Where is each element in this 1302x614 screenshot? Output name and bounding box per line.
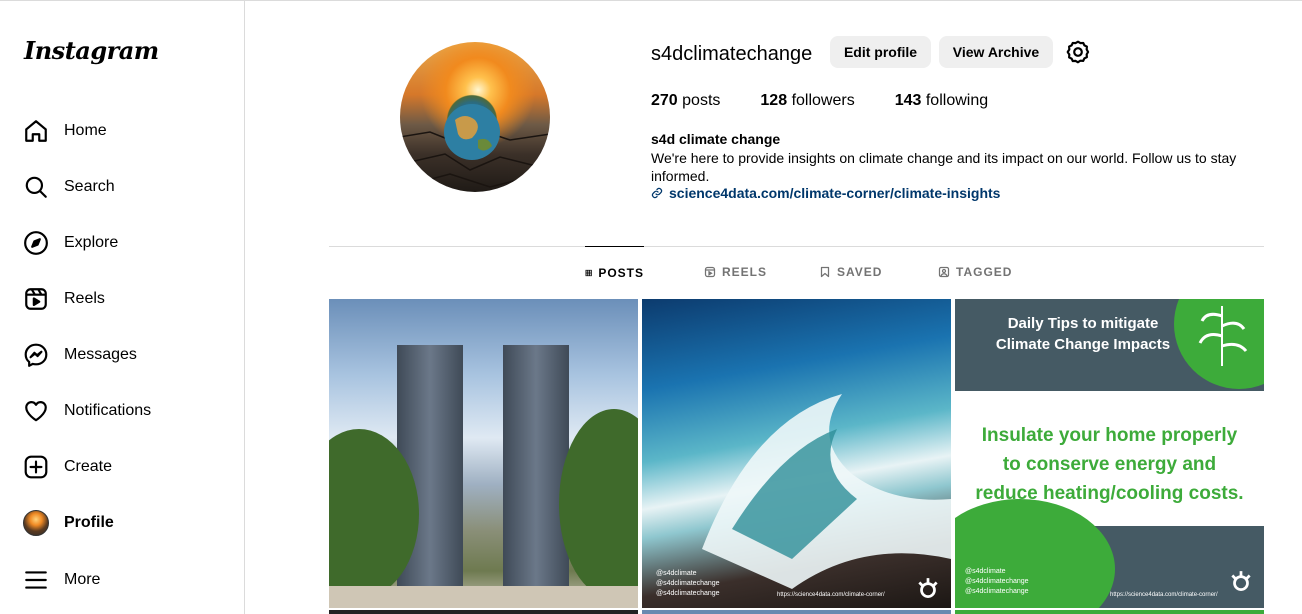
tab-tagged[interactable]: TAGGED bbox=[938, 246, 1012, 298]
posts-stat: 270 posts bbox=[651, 92, 721, 109]
bookmark-icon bbox=[820, 266, 830, 278]
instagram-handle: @s4dclimatechange bbox=[656, 580, 720, 587]
instagram-handle: @s4dclimatechange bbox=[965, 578, 1029, 585]
post-tile[interactable] bbox=[329, 610, 638, 614]
twitter-handle: @s4dclimate bbox=[656, 570, 697, 577]
tag-person-icon bbox=[938, 266, 950, 278]
search-icon bbox=[22, 173, 50, 201]
tile-tip-line: reduce heating/cooling costs. bbox=[975, 483, 1244, 504]
profile-bio: We're here to provide insights on climat… bbox=[651, 150, 1237, 184]
post-tile[interactable] bbox=[329, 299, 638, 608]
sidebar-item-notifications[interactable]: Notifications bbox=[22, 395, 151, 427]
sidebar-item-profile[interactable]: Profile bbox=[22, 507, 114, 539]
tile-tip-line: Insulate your home properly bbox=[981, 425, 1238, 446]
sidebar-item-label: More bbox=[64, 571, 101, 588]
reels-icon bbox=[704, 266, 716, 278]
reels-icon bbox=[22, 285, 50, 313]
sidebar-item-label: Reels bbox=[64, 290, 105, 307]
view-archive-button[interactable]: View Archive bbox=[939, 36, 1053, 68]
heart-icon bbox=[22, 397, 50, 425]
tile-tip-line: to conserve energy and bbox=[1002, 454, 1217, 475]
s4d-logo-icon bbox=[1228, 569, 1254, 595]
tiktok-handle: @s4dclimatechange bbox=[965, 588, 1029, 595]
post-tile[interactable]: @s4dclimate @s4dclimatechange @s4dclimat… bbox=[642, 299, 951, 608]
sidebar-item-label: Explore bbox=[64, 234, 119, 251]
edit-profile-button[interactable]: Edit profile bbox=[830, 36, 931, 68]
profile-link-text: science4data.com/climate-corner/climate-… bbox=[669, 185, 1001, 201]
avatar bbox=[23, 510, 49, 536]
tile-heading-line: Daily Tips to mitigate bbox=[1007, 315, 1159, 332]
sidebar-item-explore[interactable]: Explore bbox=[22, 227, 118, 259]
sidebar: Instagram Home Search Explore Reels Mess… bbox=[0, 0, 245, 614]
sidebar-item-create[interactable]: Create bbox=[22, 451, 112, 483]
link-icon bbox=[651, 187, 663, 199]
tab-posts[interactable]: POSTS bbox=[585, 246, 644, 298]
tabs-divider bbox=[329, 246, 1264, 247]
home-icon bbox=[22, 117, 50, 145]
plus-square-icon bbox=[22, 453, 50, 481]
profile-stats: 270 posts 128 followers 143 following bbox=[651, 92, 1028, 110]
sidebar-item-reels[interactable]: Reels bbox=[22, 283, 105, 315]
s4d-logo-icon bbox=[915, 576, 941, 602]
messenger-icon bbox=[22, 341, 50, 369]
twitter-handle: @s4dclimate bbox=[965, 568, 1006, 575]
grid-icon bbox=[585, 269, 592, 276]
post-tile[interactable] bbox=[642, 610, 951, 614]
post-tile[interactable] bbox=[955, 610, 1264, 614]
hamburger-icon bbox=[22, 566, 50, 594]
post-tile[interactable]: Daily Tips to mitigate Climate Change Im… bbox=[955, 299, 1264, 608]
post-url: https://science4data.com/climate-corner/ bbox=[1110, 592, 1218, 598]
tiktok-handle: @s4dclimatechange bbox=[656, 590, 720, 597]
following-stat[interactable]: 143 following bbox=[895, 92, 988, 110]
post-url: https://science4data.com/climate-corner/ bbox=[777, 592, 885, 598]
sidebar-item-label: Search bbox=[64, 178, 115, 195]
sidebar-item-messages[interactable]: Messages bbox=[22, 339, 137, 371]
profile-display-name: s4d climate change bbox=[651, 131, 781, 147]
post-image-tower bbox=[503, 345, 569, 590]
sidebar-item-label: Messages bbox=[64, 346, 137, 363]
sidebar-item-more[interactable]: More bbox=[22, 564, 100, 596]
profile-link[interactable]: science4data.com/climate-corner/climate-… bbox=[651, 185, 1000, 201]
sidebar-item-label: Home bbox=[64, 122, 107, 139]
tile-heading-line: Climate Change Impacts bbox=[995, 336, 1171, 353]
sidebar-item-home[interactable]: Home bbox=[22, 115, 107, 147]
settings-gear-icon[interactable] bbox=[1065, 39, 1091, 65]
profile-main: s4dclimatechange Edit profile View Archi… bbox=[246, 0, 1302, 614]
tab-reels[interactable]: REELS bbox=[704, 246, 767, 298]
followers-stat[interactable]: 128 followers bbox=[760, 92, 854, 110]
sidebar-item-label: Notifications bbox=[64, 402, 152, 419]
profile-picture[interactable] bbox=[400, 42, 550, 192]
sidebar-item-search[interactable]: Search bbox=[22, 171, 115, 203]
sidebar-item-label: Profile bbox=[64, 514, 114, 531]
instagram-logo[interactable]: Instagram bbox=[24, 36, 159, 65]
tab-saved[interactable]: SAVED bbox=[819, 246, 882, 298]
compass-icon bbox=[22, 229, 50, 257]
sidebar-item-label: Create bbox=[64, 458, 113, 475]
profile-username: s4dclimatechange bbox=[651, 43, 813, 65]
